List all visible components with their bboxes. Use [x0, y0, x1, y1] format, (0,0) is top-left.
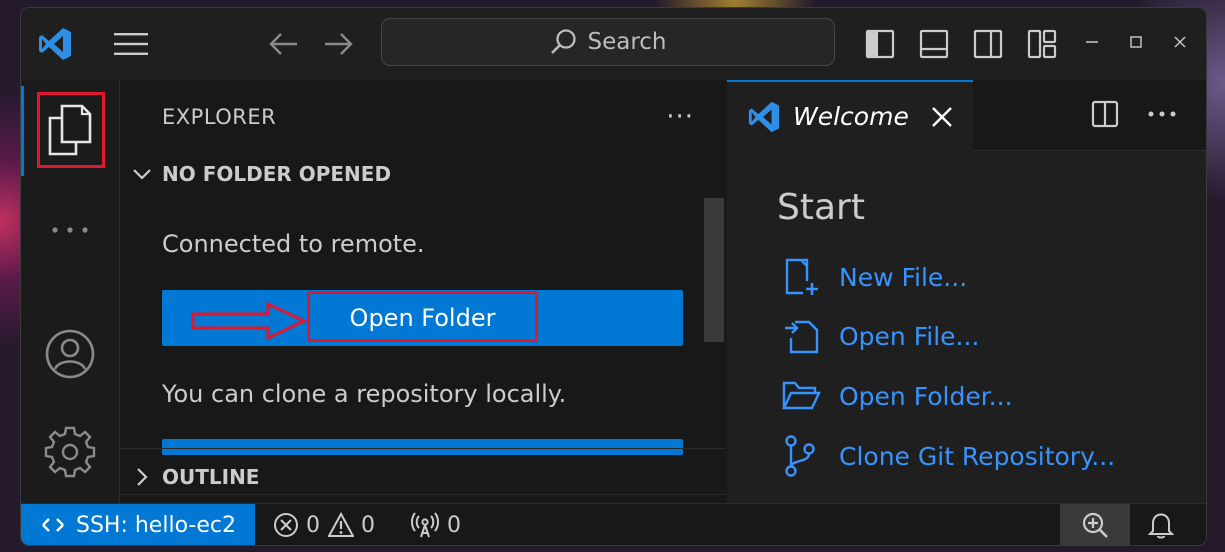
settings-gear-icon[interactable] — [21, 422, 119, 482]
section-divider-bottom — [120, 494, 726, 495]
back-arrow-icon[interactable] — [265, 26, 303, 62]
status-bar: SSH: hello-ec2 0 0 0 — [21, 503, 1206, 545]
open-folder-label: Open Folder... — [839, 381, 1013, 411]
split-editor-icon[interactable] — [1091, 100, 1119, 128]
vscode-logo-icon — [747, 100, 781, 134]
section-no-folder-label: NO FOLDER OPENED — [162, 162, 392, 186]
customize-layout-icon[interactable] — [1025, 26, 1059, 62]
close-icon[interactable] — [1169, 30, 1191, 54]
sidebar-title: EXPLORER — [162, 105, 277, 129]
new-file-icon — [781, 257, 825, 297]
search-placeholder: Search — [587, 29, 667, 55]
open-file-label: Open File... — [839, 321, 980, 351]
welcome-page: Start New File... Open File... Open Fold… — [727, 151, 1206, 503]
notifications-button[interactable] — [1139, 504, 1183, 545]
remote-indicator[interactable]: SSH: hello-ec2 — [21, 504, 255, 545]
title-bar: Search — [21, 8, 1206, 81]
editor-area: Welcome Start New File... Open File... O… — [727, 80, 1206, 503]
clone-git-link[interactable]: Clone Git Repository... — [781, 435, 1116, 477]
ports-indicator[interactable]: 0 — [411, 504, 461, 545]
activity-bar — [21, 80, 120, 503]
open-folder-link[interactable]: Open Folder... — [781, 376, 1013, 416]
chevron-down-icon — [130, 168, 154, 180]
tab-close-icon[interactable] — [931, 106, 953, 128]
zoom-button[interactable] — [1060, 504, 1130, 545]
tab-welcome-label: Welcome — [793, 102, 909, 131]
warning-count: 0 — [361, 512, 375, 538]
section-outline-label: OUTLINE — [162, 465, 260, 489]
open-folder-highlight — [307, 291, 538, 342]
zoom-in-icon — [1082, 512, 1108, 538]
remote-icon — [42, 518, 64, 532]
explorer-sidebar: EXPLORER ··· NO FOLDER OPENED Connected … — [120, 80, 726, 503]
vscode-logo-icon — [35, 24, 75, 64]
section-outline[interactable]: OUTLINE — [130, 458, 720, 496]
tab-welcome[interactable]: Welcome — [727, 80, 973, 151]
open-file-icon — [781, 316, 825, 356]
error-icon — [274, 513, 298, 537]
open-file-link[interactable]: Open File... — [781, 316, 979, 356]
ports-count: 0 — [447, 512, 461, 538]
vscode-window: Search EXPLORER ··· NO FOLDER OPENED Con… — [21, 8, 1206, 545]
toggle-panel-icon[interactable] — [917, 26, 951, 62]
sidebar-more-icon[interactable]: ··· — [666, 102, 694, 132]
remote-label: SSH: hello-ec2 — [75, 512, 236, 538]
account-icon[interactable] — [21, 324, 119, 384]
chevron-right-icon — [130, 467, 154, 487]
toggle-secondary-sidebar-icon[interactable] — [971, 26, 1005, 62]
search-input[interactable]: Search — [381, 18, 835, 66]
annotation-arrow-icon — [190, 301, 308, 345]
broadcast-icon — [411, 512, 439, 538]
section-divider — [120, 448, 726, 449]
toggle-sidebar-icon[interactable] — [863, 26, 897, 62]
menu-icon[interactable] — [111, 26, 151, 62]
clone-text: You can clone a repository locally. — [162, 380, 567, 408]
editor-more-icon[interactable] — [1147, 110, 1177, 118]
start-title: Start — [777, 187, 865, 228]
clone-git-label: Clone Git Repository... — [839, 441, 1116, 471]
tab-bar: Welcome — [727, 80, 1206, 151]
problems-indicator[interactable]: 0 0 — [273, 504, 375, 545]
forward-arrow-icon[interactable] — [319, 26, 357, 62]
sidebar-scrollbar[interactable] — [704, 198, 724, 342]
new-file-link[interactable]: New File... — [781, 257, 967, 297]
bell-icon — [1148, 513, 1174, 539]
warning-icon — [328, 512, 354, 537]
explorer-highlight — [37, 92, 105, 168]
maximize-icon[interactable] — [1125, 30, 1147, 54]
search-icon — [551, 29, 577, 54]
section-no-folder[interactable]: NO FOLDER OPENED — [130, 162, 391, 186]
source-control-icon — [781, 435, 825, 477]
more-icon[interactable] — [21, 210, 119, 250]
connected-text: Connected to remote. — [162, 230, 425, 258]
minimize-icon[interactable] — [1081, 30, 1103, 54]
new-file-label: New File... — [839, 262, 968, 292]
open-folder-icon — [781, 376, 825, 416]
clone-repository-button[interactable] — [162, 439, 683, 455]
error-count: 0 — [306, 512, 320, 538]
